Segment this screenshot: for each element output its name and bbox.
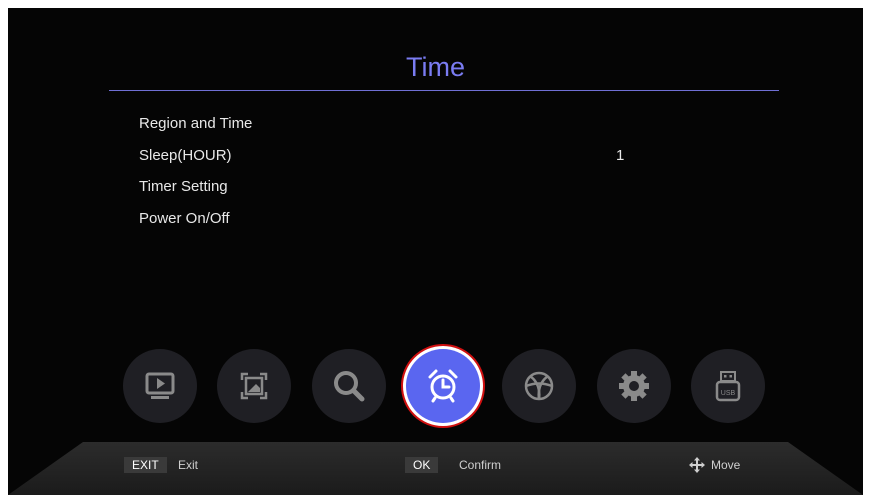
settings-button[interactable] [597,349,671,423]
gear-icon [619,371,649,401]
move-label: Move [711,458,741,472]
exit-label: Exit [178,458,199,472]
picture-icon [240,372,268,400]
internet-button[interactable] [502,349,576,423]
tv-screen: Time Region and Time Sleep(HOUR) 1 Timer… [8,8,863,495]
page-title: Time [406,52,465,82]
media-player-button[interactable] [123,349,197,423]
menu-item-sleep-hour[interactable]: Sleep(HOUR) [139,147,232,164]
picture-button[interactable] [217,349,291,423]
menu-item-region-and-time[interactable]: Region and Time [139,115,252,132]
exit-key[interactable]: EXIT [124,457,167,473]
alarm-clock-icon [428,369,458,403]
media-player-icon [145,372,175,399]
svg-text:USB: USB [721,390,736,397]
sleep-hour-value: 1 [616,147,625,164]
search-button[interactable] [312,349,386,423]
title-divider [109,90,779,91]
move-arrows-icon [689,457,705,473]
time-button[interactable] [406,349,480,423]
usb-icon: USB [715,371,741,402]
ok-key[interactable]: OK [405,457,439,473]
internet-icon [524,371,554,401]
menu-item-timer-setting[interactable]: Timer Setting [139,178,228,195]
menu-item-power-on-off[interactable]: Power On/Off [139,210,230,227]
confirm-label: Confirm [459,458,502,472]
usb-button[interactable]: USB [691,349,765,423]
search-icon [334,371,365,402]
